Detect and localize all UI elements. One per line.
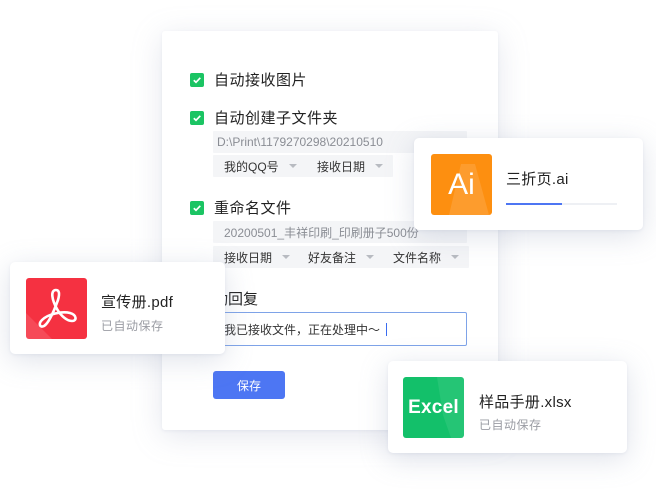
caret-down-icon	[375, 164, 384, 168]
dropdown-label: 好友备注	[308, 250, 357, 265]
rename-dropdown-friend-note[interactable]: 好友备注	[297, 246, 385, 268]
caret-down-icon	[366, 255, 375, 259]
ai-icon-text: Ai	[448, 167, 475, 201]
dropdown-label: 文件名称	[393, 250, 442, 265]
file-name: 宣传册.pdf	[101, 294, 174, 311]
auto-receive-images-label: 自动接收图片	[214, 72, 308, 89]
acrobat-logo-icon	[26, 288, 77, 339]
save-button[interactable]: 保存	[213, 371, 285, 399]
auto-create-subfolder-checkbox[interactable]	[190, 110, 204, 125]
file-card-pdf[interactable]: 宣传册.pdf 已自动保存	[10, 262, 225, 354]
rename-file-checkbox[interactable]	[190, 200, 204, 215]
auto-receive-images-option[interactable]: 自动接收图片	[190, 69, 307, 90]
dropdown-label: 我的QQ号	[224, 159, 279, 174]
file-status: 已自动保存	[479, 418, 542, 432]
file-card-xlsx[interactable]: Excel 样品手册.xlsx 已自动保存	[388, 361, 627, 453]
caret-down-icon	[451, 255, 460, 259]
subfolder-dropdown-qq[interactable]: 我的QQ号	[213, 155, 307, 177]
auto-reply-input[interactable]: 我已接收文件，正在处理中～	[213, 312, 467, 346]
upload-progress-fill	[506, 203, 562, 205]
rename-dropdown-filename[interactable]: 文件名称	[382, 246, 470, 268]
checkmark-icon	[193, 204, 201, 212]
auto-create-subfolder-label: 自动创建子文件夹	[214, 110, 339, 127]
caret-down-icon	[288, 164, 297, 168]
file-name: 样品手册.xlsx	[479, 394, 572, 411]
checkmark-icon	[193, 114, 201, 122]
dropdown-label: 接收日期	[224, 250, 273, 265]
checkmark-icon	[193, 76, 201, 84]
excel-file-icon: Excel	[403, 377, 464, 438]
file-status: 已自动保存	[101, 319, 164, 333]
auto-reply-text: 我已接收文件，正在处理中～	[224, 322, 381, 337]
rename-file-label: 重命名文件	[214, 200, 292, 217]
text-cursor	[386, 322, 388, 336]
dropdown-label: 接收日期	[317, 159, 366, 174]
file-card-ai[interactable]: Ai 三折页.ai	[414, 138, 643, 230]
excel-icon-text: Excel	[408, 396, 459, 418]
auto-create-subfolder-option[interactable]: 自动创建子文件夹	[190, 107, 338, 128]
subfolder-dropdown-date[interactable]: 接收日期	[306, 155, 394, 177]
auto-receive-images-checkbox[interactable]	[190, 72, 204, 87]
upload-progress-bar	[506, 203, 617, 205]
rename-file-option[interactable]: 重命名文件	[190, 197, 292, 218]
caret-down-icon	[282, 255, 291, 259]
rename-dropdown-date[interactable]: 接收日期	[213, 246, 301, 268]
illustrator-file-icon: Ai	[431, 154, 492, 215]
pdf-file-icon	[26, 278, 87, 339]
file-name: 三折页.ai	[506, 171, 569, 188]
